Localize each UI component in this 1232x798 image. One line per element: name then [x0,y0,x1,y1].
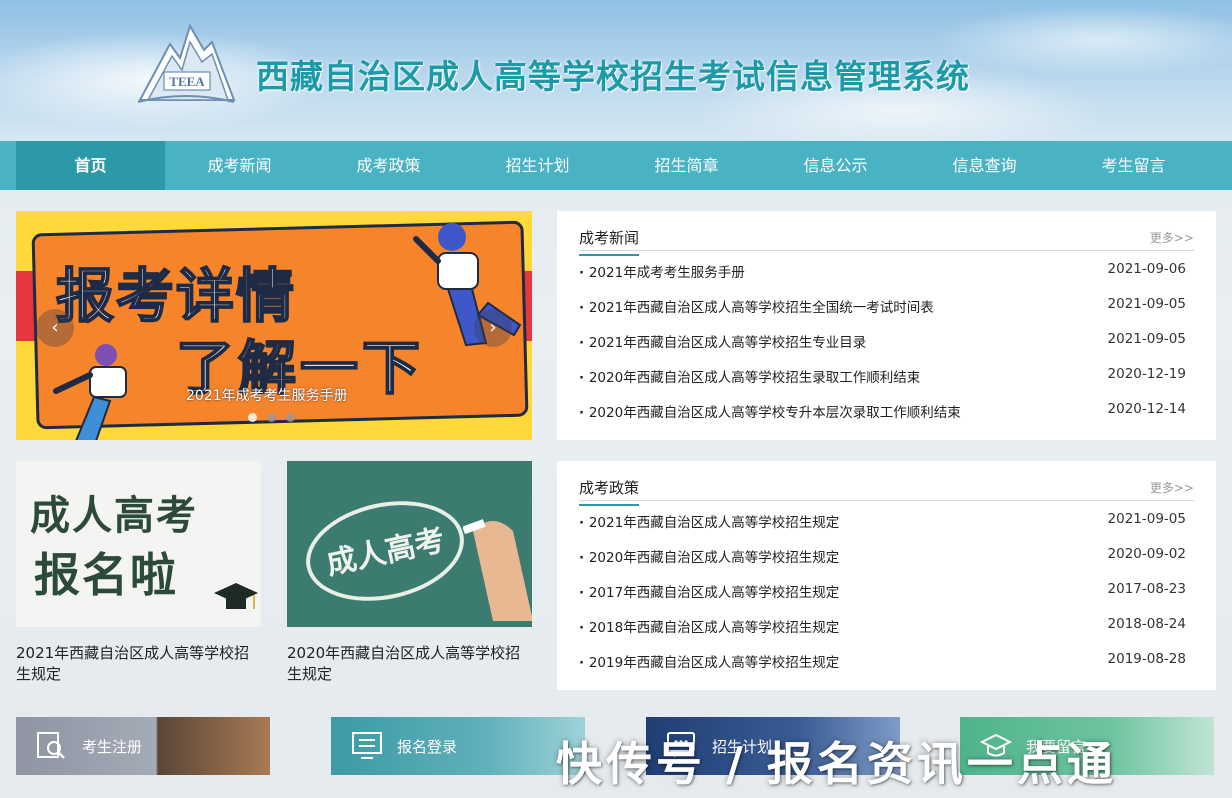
list-item[interactable]: 2017年西藏自治区成人高等学校招生规定 2017-08-23 [579,579,1194,614]
banner-carousel[interactable]: 报考详情 了解一下 2021年成考考生服务手册 ‹ › [16,211,532,440]
list-item[interactable]: 2020年西藏自治区成人高等学校招生规定 2020-09-02 [579,544,1194,579]
list-item[interactable]: 2021年成考考生服务手册 2021-09-06 [579,259,1194,294]
list-item[interactable]: 2021年西藏自治区成人高等学校招生全国统一考试时间表 2021-09-05 [579,294,1194,329]
search-doc-icon [37,732,65,759]
news-date: 2020-12-19 [1107,366,1186,382]
promo-title[interactable]: 2020年西藏自治区成人高等学校招生规定 [287,643,532,685]
news-title[interactable]: 2020年西藏自治区成人高等学校招生规定 [579,550,839,566]
promo-card-1[interactable]: 成人高考 报名啦 2021年西藏自治区成人高等学校招生规定 [16,461,261,685]
list-item[interactable]: 2021年西藏自治区成人高等学校招生规定 2021-09-05 [579,509,1194,544]
nav-item-brochure[interactable]: 招生简章 [612,141,761,190]
news-title[interactable]: 2021年西藏自治区成人高等学校招生专业目录 [579,335,866,351]
grad-cap-icon [214,583,258,609]
panel-title: 成考新闻 [579,227,640,256]
news-title[interactable]: 2020年西藏自治区成人高等学校招生录取工作顺利结束 [579,370,920,386]
panel-header: 成考政策 更多>> [579,461,1194,506]
carousel-caption[interactable]: 2021年成考考生服务手册 [186,385,348,405]
promo-image-text: 成人高考 [30,493,198,539]
news-title[interactable]: 2020年西藏自治区成人高等学校专升本层次录取工作顺利结束 [579,405,961,421]
promo-image-text: 报名啦 [34,548,178,602]
news-title[interactable]: 2019年西藏自治区成人高等学校招生规定 [579,655,839,671]
chevron-right-icon[interactable]: › [474,309,512,347]
nav-item-query[interactable]: 信息查询 [910,141,1059,190]
news-date: 2021-09-05 [1107,331,1186,347]
more-link[interactable]: 更多>> [1150,479,1194,496]
news-date: 2019-08-28 [1107,651,1186,667]
news-date: 2021-09-06 [1107,261,1186,277]
panel-title: 成考政策 [579,477,640,506]
policy-panel: 成考政策 更多>> 2021年西藏自治区成人高等学校招生规定 2021-09-05… [557,461,1216,690]
nav-item-policy[interactable]: 成考政策 [314,141,463,190]
login-button[interactable]: 报名登录 [331,717,585,775]
promo-image-1[interactable]: 成人高考 报名啦 [16,461,261,627]
register-button[interactable]: 考生注册 [16,717,270,775]
more-link[interactable]: 更多>> [1150,229,1194,246]
nav-item-message[interactable]: 考生留言 [1059,141,1208,190]
hand-illustration [463,519,532,621]
nav-item-plan[interactable]: 招生计划 [463,141,612,190]
panel-header: 成考新闻 更多>> [579,211,1194,256]
carousel-dots [248,413,295,422]
main-nav: 首页 成考新闻 成考政策 招生计划 招生简章 信息公示 信息查询 考生留言 [0,141,1232,190]
list-item[interactable]: 2020年西藏自治区成人高等学校招生录取工作顺利结束 2020-12-19 [579,364,1194,399]
carousel-dot-1[interactable] [248,413,257,422]
teea-logo[interactable]: TEEA [134,20,238,106]
site-title: 西藏自治区成人高等学校招生考试信息管理系统 [256,57,970,96]
news-title[interactable]: 2018年西藏自治区成人高等学校招生规定 [579,620,839,636]
news-date: 2021-09-05 [1107,511,1186,527]
list-item[interactable]: 2018年西藏自治区成人高等学校招生规定 2018-08-24 [579,614,1194,649]
person-illustration [413,223,522,347]
nav-item-notice[interactable]: 信息公示 [761,141,910,190]
news-title[interactable]: 2021年西藏自治区成人高等学校招生全国统一考试时间表 [579,300,934,316]
news-title[interactable]: 2017年西藏自治区成人高等学校招生规定 [579,585,839,601]
news-title[interactable]: 2021年西藏自治区成人高等学校招生规定 [579,515,839,531]
quick-link-label: 报名登录 [397,737,458,756]
news-panel: 成考新闻 更多>> 2021年成考考生服务手册 2021-09-06 2021年西… [557,211,1216,440]
logo-text: TEEA [169,74,205,89]
policy-list: 2021年西藏自治区成人高等学校招生规定 2021-09-05 2020年西藏自治… [579,509,1194,684]
news-date: 2020-09-02 [1107,546,1186,562]
news-date: 2018-08-24 [1107,616,1186,632]
carousel-dot-3[interactable] [286,413,295,422]
news-date: 2020-12-14 [1107,401,1186,417]
nav-item-home[interactable]: 首页 [16,141,165,190]
chevron-left-icon[interactable]: ‹ [36,309,74,347]
promo-card-2[interactable]: 成人高考 2020年西藏自治区成人高等学校招生规定 [287,461,532,685]
nav-item-news[interactable]: 成考新闻 [165,141,314,190]
quick-link-label: 考生注册 [82,737,143,756]
watermark-text: 快传号 / 报名资讯一点通 [556,737,1117,791]
promo-image-2[interactable]: 成人高考 [287,461,532,627]
carousel-dot-2[interactable] [267,413,276,422]
list-item[interactable]: 2019年西藏自治区成人高等学校招生规定 2019-08-28 [579,649,1194,684]
news-date: 2021-09-05 [1107,296,1186,312]
monitor-icon [352,732,382,759]
news-title[interactable]: 2021年成考考生服务手册 [579,265,745,281]
promo-title[interactable]: 2021年西藏自治区成人高等学校招生规定 [16,643,261,685]
site-header: TEEA 西藏自治区成人高等学校招生考试信息管理系统 [0,0,1232,141]
news-list: 2021年成考考生服务手册 2021-09-06 2021年西藏自治区成人高等学校… [579,259,1194,434]
person-illustration-2 [53,344,127,440]
list-item[interactable]: 2020年西藏自治区成人高等学校专升本层次录取工作顺利结束 2020-12-14 [579,399,1194,434]
list-item[interactable]: 2021年西藏自治区成人高等学校招生专业目录 2021-09-05 [579,329,1194,364]
news-date: 2017-08-23 [1107,581,1186,597]
